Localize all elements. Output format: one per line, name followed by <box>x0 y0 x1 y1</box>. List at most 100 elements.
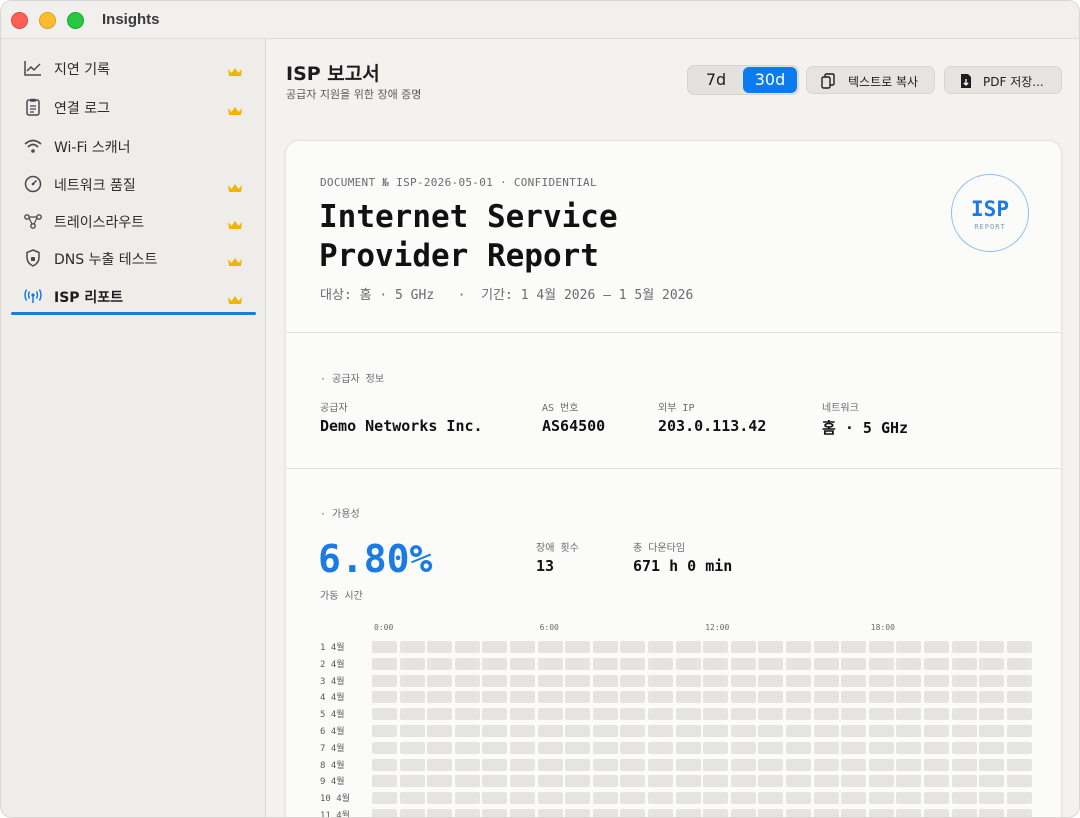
heatmap-cell[interactable] <box>565 792 591 805</box>
heatmap-cell[interactable] <box>620 725 646 737</box>
heatmap-cell[interactable] <box>454 775 480 788</box>
heatmap-cell[interactable] <box>951 792 977 805</box>
heatmap-cell[interactable] <box>427 691 453 704</box>
heatmap-cell[interactable] <box>648 758 673 771</box>
heatmap-cell[interactable] <box>786 758 811 771</box>
heatmap-cell[interactable] <box>482 691 508 704</box>
heatmap-cell[interactable] <box>592 674 618 687</box>
heatmap-cell[interactable] <box>482 758 508 771</box>
heatmap-cell[interactable] <box>924 674 949 687</box>
heatmap-cell[interactable] <box>730 641 756 653</box>
heatmap-cell[interactable] <box>620 792 646 805</box>
heatmap-cell[interactable] <box>482 775 508 788</box>
heatmap-cell[interactable] <box>510 657 535 670</box>
heatmap-cell[interactable] <box>758 708 784 721</box>
zoom-window-button[interactable] <box>67 12 84 29</box>
heatmap-cell[interactable] <box>454 741 480 754</box>
heatmap-cell[interactable] <box>841 758 867 771</box>
heatmap-cell[interactable] <box>951 809 977 817</box>
heatmap-cell[interactable] <box>786 775 811 788</box>
heatmap-cell[interactable] <box>730 809 756 817</box>
heatmap-cell[interactable] <box>510 708 535 721</box>
heatmap-cell[interactable] <box>648 691 673 704</box>
heatmap-cell[interactable] <box>399 641 425 653</box>
heatmap-cell[interactable] <box>427 775 453 788</box>
heatmap-cell[interactable] <box>703 792 729 805</box>
heatmap-cell[interactable] <box>482 641 508 653</box>
heatmap-cell[interactable] <box>841 641 867 653</box>
range-7d-button[interactable]: 7d <box>690 67 742 93</box>
heatmap-cell[interactable] <box>510 758 535 771</box>
heatmap-cell[interactable] <box>675 674 701 687</box>
heatmap-cell[interactable] <box>592 741 618 754</box>
sidebar-item-traceroute[interactable]: 트레이스라우트 <box>11 204 256 238</box>
heatmap-cell[interactable] <box>896 775 922 788</box>
heatmap-cell[interactable] <box>537 792 563 805</box>
heatmap-cell[interactable] <box>537 641 563 653</box>
heatmap-cell[interactable] <box>1006 641 1032 653</box>
heatmap-cell[interactable] <box>979 758 1005 771</box>
heatmap-cell[interactable] <box>1006 691 1032 704</box>
heatmap-cell[interactable] <box>482 657 508 670</box>
heatmap-cell[interactable] <box>979 792 1005 805</box>
heatmap-cell[interactable] <box>454 758 480 771</box>
heatmap-cell[interactable] <box>703 809 729 817</box>
heatmap-cell[interactable] <box>1006 809 1032 817</box>
sidebar-item-connection-log[interactable]: 연결 로그 <box>11 90 256 124</box>
heatmap-cell[interactable] <box>703 691 729 704</box>
heatmap-cell[interactable] <box>648 792 673 805</box>
heatmap-cell[interactable] <box>648 725 673 737</box>
heatmap-cell[interactable] <box>703 657 729 670</box>
heatmap-cell[interactable] <box>786 708 811 721</box>
heatmap-cell[interactable] <box>896 792 922 805</box>
heatmap-cell[interactable] <box>620 691 646 704</box>
heatmap-cell[interactable] <box>427 792 453 805</box>
heatmap-cell[interactable] <box>372 691 397 704</box>
heatmap-cell[interactable] <box>841 741 867 754</box>
heatmap-cell[interactable] <box>841 792 867 805</box>
heatmap-cell[interactable] <box>372 641 397 653</box>
heatmap-cell[interactable] <box>786 657 811 670</box>
heatmap-cell[interactable] <box>703 725 729 737</box>
heatmap-cell[interactable] <box>620 809 646 817</box>
heatmap-cell[interactable] <box>786 809 811 817</box>
heatmap-cell[interactable] <box>565 674 591 687</box>
heatmap-cell[interactable] <box>1006 741 1032 754</box>
heatmap-cell[interactable] <box>510 641 535 653</box>
heatmap-cell[interactable] <box>758 792 784 805</box>
heatmap-cell[interactable] <box>896 725 922 737</box>
heatmap-cell[interactable] <box>482 809 508 817</box>
heatmap-cell[interactable] <box>592 708 618 721</box>
heatmap-cell[interactable] <box>592 758 618 771</box>
heatmap-cell[interactable] <box>399 741 425 754</box>
sidebar-item-dns-leak-test[interactable]: DNS 누출 테스트 <box>11 241 256 275</box>
heatmap-cell[interactable] <box>703 641 729 653</box>
heatmap-cell[interactable] <box>565 741 591 754</box>
heatmap-cell[interactable] <box>758 741 784 754</box>
heatmap-cell[interactable] <box>730 691 756 704</box>
heatmap-cell[interactable] <box>537 708 563 721</box>
heatmap-cell[interactable] <box>620 708 646 721</box>
heatmap-cell[interactable] <box>951 741 977 754</box>
heatmap-cell[interactable] <box>565 809 591 817</box>
heatmap-cell[interactable] <box>648 674 673 687</box>
heatmap-cell[interactable] <box>951 708 977 721</box>
heatmap-cell[interactable] <box>399 657 425 670</box>
heatmap-cell[interactable] <box>868 725 894 737</box>
heatmap-cell[interactable] <box>786 741 811 754</box>
heatmap-cell[interactable] <box>758 674 784 687</box>
heatmap-cell[interactable] <box>979 725 1005 737</box>
heatmap-cell[interactable] <box>813 741 839 754</box>
heatmap-cell[interactable] <box>510 691 535 704</box>
heatmap-cell[interactable] <box>703 674 729 687</box>
heatmap-cell[interactable] <box>537 809 563 817</box>
heatmap-cell[interactable] <box>896 708 922 721</box>
heatmap-cell[interactable] <box>592 691 618 704</box>
heatmap-cell[interactable] <box>924 792 949 805</box>
heatmap-cell[interactable] <box>979 657 1005 670</box>
heatmap-cell[interactable] <box>1006 725 1032 737</box>
heatmap-cell[interactable] <box>399 691 425 704</box>
heatmap-cell[interactable] <box>427 641 453 653</box>
heatmap-cell[interactable] <box>399 758 425 771</box>
heatmap-cell[interactable] <box>703 741 729 754</box>
